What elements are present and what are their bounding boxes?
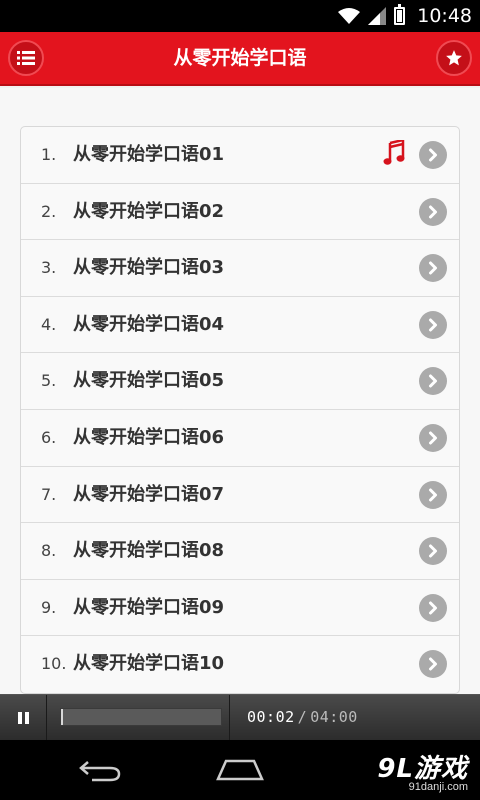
lesson-title: 从零开始学口语08: [73, 540, 225, 562]
lesson-title: 从零开始学口语05: [73, 370, 225, 392]
lesson-row[interactable]: 9. 从零开始学口语09: [21, 580, 459, 637]
lesson-number: 8.: [41, 541, 57, 561]
chevron-glyph: [429, 601, 437, 615]
chevron-right-icon[interactable]: [419, 423, 447, 452]
progress-area: [48, 695, 230, 740]
lesson-number: 6.: [41, 427, 57, 447]
lesson-row[interactable]: 1. 从零开始学口语01: [21, 127, 459, 184]
pause-icon-bar: [24, 711, 29, 724]
lesson-number: 7.: [41, 484, 57, 504]
lesson-list-area: 1. 从零开始学口语01 2. 从零开始学口语02 3. 从零开始学口语03 4. 从零开始学…: [0, 88, 480, 694]
lesson-row[interactable]: 7. 从零开始学口语07: [21, 467, 459, 524]
app-header: 从零开始学口语: [0, 32, 480, 86]
watermark: 9L游戏 91danji.com: [377, 748, 468, 793]
chevron-right-icon[interactable]: [419, 367, 447, 396]
status-icons: 10:48: [338, 0, 472, 32]
chevron-right-icon[interactable]: [419, 480, 447, 509]
lesson-row[interactable]: 8. 从零开始学口语08: [21, 523, 459, 580]
progress-fill: [61, 709, 63, 725]
lesson-row[interactable]: 5. 从零开始学口语05: [21, 353, 459, 410]
lesson-title: 从零开始学口语01: [73, 144, 225, 165]
lesson-row[interactable]: 10. 从零开始学口语10: [21, 636, 459, 693]
chevron-glyph: [429, 318, 437, 332]
lesson-list: 1. 从零开始学口语01 2. 从零开始学口语02 3. 从零开始学口语03 4. 从零开始学…: [20, 126, 460, 694]
progress-bar[interactable]: [60, 708, 222, 726]
chevron-right-icon[interactable]: [419, 254, 447, 283]
chevron-glyph: [429, 431, 437, 445]
chevron-right-icon[interactable]: [419, 593, 447, 622]
battery-icon: [394, 4, 406, 25]
star-icon: [446, 50, 462, 66]
lesson-row[interactable]: 3. 从零开始学口语03: [21, 240, 459, 297]
lesson-number: 4.: [41, 314, 57, 334]
lesson-number: 5.: [41, 371, 57, 391]
lesson-title: 从零开始学口语10: [73, 653, 225, 675]
back-button[interactable]: [70, 752, 130, 788]
list-menu-icon: [17, 51, 35, 65]
now-playing-music-icon: [383, 140, 405, 165]
home-icon: [216, 759, 264, 781]
watermark-logo: 9L游戏: [377, 754, 468, 784]
lesson-title: 从零开始学口语04: [73, 313, 225, 335]
chevron-right-icon[interactable]: [419, 310, 447, 339]
chevron-right-icon[interactable]: [419, 650, 447, 679]
chevron-glyph: [429, 657, 437, 671]
lesson-title: 从零开始学口语09: [73, 596, 225, 618]
lesson-row[interactable]: 4. 从零开始学口语04: [21, 297, 459, 354]
pause-icon: [17, 711, 22, 724]
lesson-row[interactable]: 2. 从零开始学口语02: [21, 184, 459, 241]
status-bar: 10:48: [0, 0, 480, 32]
status-time: 10:48: [417, 5, 472, 27]
lesson-number: 3.: [41, 258, 57, 278]
total-time: 04:00: [310, 708, 358, 726]
time-separator: /: [297, 708, 308, 726]
chevron-right-icon[interactable]: [419, 537, 447, 566]
system-nav-bar: 9L游戏 91danji.com: [0, 740, 480, 800]
current-time: 00:02: [247, 708, 295, 726]
lesson-row[interactable]: 6. 从零开始学口语06: [21, 410, 459, 467]
lesson-number: 9.: [41, 597, 57, 617]
lesson-number: 10.: [41, 654, 67, 674]
lesson-title: 从零开始学口语02: [73, 200, 225, 222]
lesson-number: 2.: [41, 201, 57, 221]
chevron-glyph: [429, 544, 437, 558]
time-display: 00:02/04:00: [247, 695, 358, 740]
wifi-icon: [338, 8, 361, 24]
pause-button[interactable]: [0, 695, 47, 740]
signal-icon: [368, 7, 387, 25]
menu-button[interactable]: [8, 40, 44, 76]
chevron-glyph: [429, 374, 437, 388]
chevron-glyph: [429, 148, 437, 162]
chevron-glyph: [429, 488, 437, 502]
chevron-right-icon[interactable]: [419, 197, 447, 226]
audio-player-bar: 00:02/04:00: [0, 694, 480, 740]
lesson-title: 从零开始学口语06: [73, 426, 225, 448]
chevron-glyph: [429, 205, 437, 219]
page-title: 从零开始学口语: [173, 47, 307, 69]
chevron-glyph: [429, 261, 437, 275]
back-icon: [79, 761, 121, 782]
chevron-right-icon[interactable]: [419, 141, 447, 169]
lesson-number: 1.: [41, 145, 57, 164]
lesson-title: 从零开始学口语07: [73, 483, 225, 505]
home-button[interactable]: [210, 752, 270, 788]
lesson-title: 从零开始学口语03: [73, 257, 225, 279]
favorite-button[interactable]: [436, 40, 472, 76]
